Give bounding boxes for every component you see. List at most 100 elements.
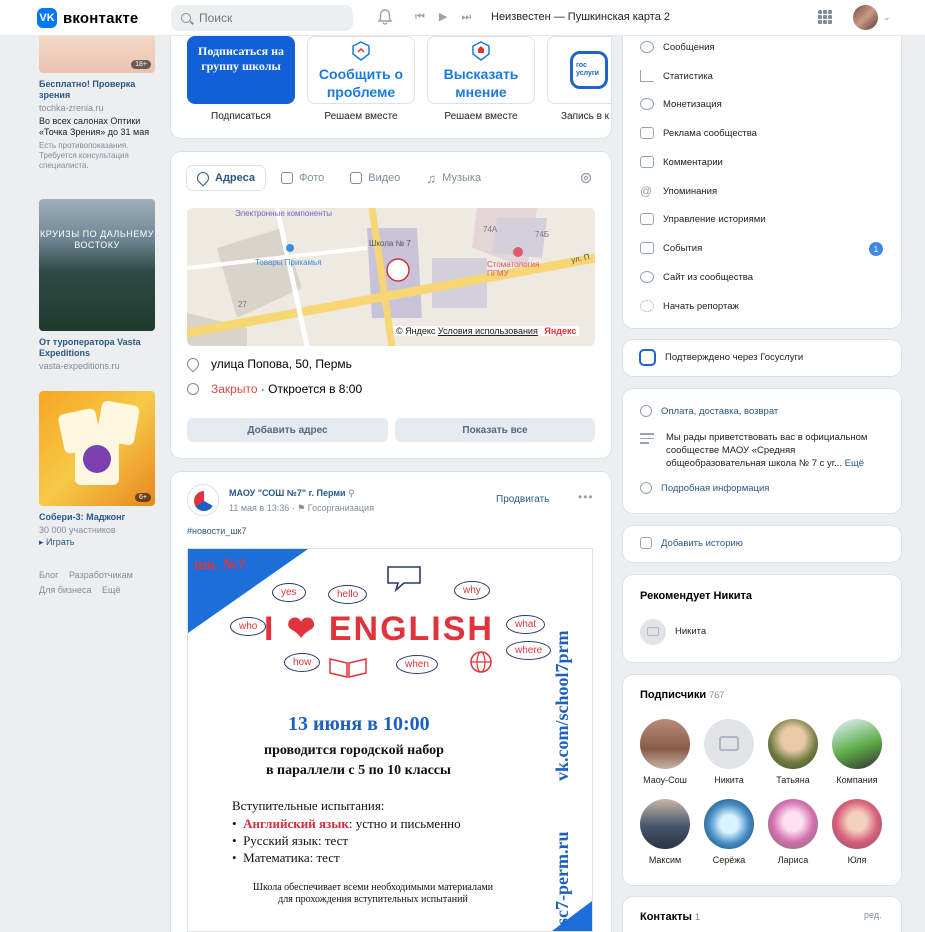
- top-bar: VK вконтакте ⏮ ▶ ⏭ Неизвестен — Пушкинск…: [0, 0, 925, 36]
- next-track-icon[interactable]: ⏭: [461, 10, 471, 24]
- tab-label: Видео: [368, 172, 401, 184]
- search-input[interactable]: [199, 11, 339, 25]
- tab-music[interactable]: ♫ Музыка: [416, 166, 491, 190]
- recommended-name[interactable]: Никита: [675, 626, 706, 637]
- menu-events[interactable]: События: [640, 242, 702, 254]
- subscriber-avatar[interactable]: [768, 719, 818, 769]
- post-date[interactable]: 11 мая в 13:36: [229, 503, 289, 513]
- chevron-down-icon[interactable]: ⌄: [883, 12, 891, 23]
- contacts-title[interactable]: Контакты 1: [640, 911, 700, 923]
- ad-title[interactable]: Собери-3: Маджонг: [39, 512, 156, 523]
- edit-contacts-link[interactable]: ред.: [864, 910, 882, 920]
- globe-icon: [470, 651, 492, 673]
- poster-headline: I ❤ ENGLISH: [264, 609, 494, 649]
- poster-side-links: vk.com/school7prm sc7-perm.ru: [538, 559, 578, 929]
- footer-link[interactable]: Для бизнеса: [39, 585, 92, 595]
- details-link[interactable]: Подробная информация: [640, 482, 769, 494]
- menu-statistics[interactable]: Статистика: [640, 70, 713, 82]
- headline-right: ENGLISH: [328, 610, 494, 648]
- search-box[interactable]: [171, 5, 353, 31]
- gosuslugi-logo-icon: гос услуги: [570, 51, 608, 89]
- subscriber-avatar[interactable]: [832, 719, 882, 769]
- menu-stories[interactable]: Управление историями: [640, 213, 766, 225]
- user-avatar[interactable]: [853, 5, 878, 30]
- gosuslugi-button[interactable]: гос услуги: [547, 36, 611, 104]
- menu-messages[interactable]: Сообщения: [640, 41, 715, 53]
- now-playing[interactable]: Неизвестен — Пушкинская карта 2: [491, 11, 670, 23]
- subscriber-name[interactable]: Маоу-Сош: [635, 775, 695, 785]
- report-problem-button[interactable]: Сообщить о проблеме: [307, 36, 415, 104]
- footer-link[interactable]: Ещё: [102, 585, 120, 595]
- post-author-name[interactable]: МАОУ "СОШ №7" г. Перми ⚲: [229, 488, 355, 499]
- subscriber-avatar[interactable]: [832, 799, 882, 849]
- recommends-title: Рекомендует Никита: [640, 590, 752, 602]
- give-feedback-button[interactable]: Высказать мнение: [427, 36, 535, 104]
- services-grid-icon[interactable]: [818, 10, 832, 24]
- add-story-button[interactable]: Добавить историю: [640, 537, 743, 549]
- ad-image-cruise[interactable]: КРУИЗЫ ПО ДАЛЬНЕМУ ВОСТОКУ: [39, 199, 155, 331]
- subscriber-name[interactable]: Серёжа: [699, 855, 759, 865]
- show-more-link[interactable]: Ещё: [845, 458, 864, 469]
- logo-text: вконтакте: [63, 9, 139, 27]
- footer-link[interactable]: Разработчикам: [69, 570, 133, 580]
- ad-text: Во всех салонах Оптики «Точка Зрения» до…: [39, 116, 150, 137]
- school-emblem: [194, 491, 214, 511]
- poster-line: проводится городской набор: [264, 743, 444, 758]
- menu-ads[interactable]: Реклама сообщества: [640, 127, 757, 139]
- globe-icon: [640, 271, 654, 283]
- post-hashtag[interactable]: #новости_шк7: [187, 526, 246, 536]
- info-icon: [640, 482, 652, 494]
- tab-addresses[interactable]: Адреса: [187, 166, 265, 190]
- poster-word: why: [454, 581, 490, 600]
- play-icon[interactable]: ▶: [439, 10, 447, 24]
- vk-logo[interactable]: VK вконтакте: [37, 8, 138, 28]
- recommends-card: [623, 575, 901, 662]
- play-link[interactable]: ▸ Играть: [39, 537, 156, 548]
- ad-image-optics[interactable]: 18+: [39, 36, 155, 73]
- menu-site[interactable]: Сайт из сообщества: [640, 271, 753, 283]
- video-icon: [350, 172, 363, 184]
- tab-photos[interactable]: Фото: [271, 166, 334, 190]
- subscribers-title[interactable]: Подписчики 767: [640, 689, 724, 701]
- subscriber-name[interactable]: Лариса: [763, 855, 823, 865]
- payment-link-label: Оплата, доставка, возврат: [661, 405, 779, 417]
- menu-live[interactable]: Начать репортаж: [640, 300, 739, 312]
- footer-link[interactable]: Блог: [39, 570, 58, 580]
- subscriber-avatar[interactable]: [704, 719, 754, 769]
- subscriber-name[interactable]: Максим: [635, 855, 695, 865]
- more-options-icon[interactable]: •••: [578, 490, 594, 504]
- settings-gear-icon[interactable]: [579, 171, 593, 185]
- tab-videos[interactable]: Видео: [340, 166, 410, 190]
- subscriber-name[interactable]: Никита: [699, 775, 759, 785]
- previous-track-icon[interactable]: ⏮: [415, 10, 425, 24]
- menu-monetization[interactable]: Монетизация: [640, 98, 722, 110]
- map[interactable]: Электронные компоненты Товары Прикамья Ш…: [187, 208, 595, 346]
- subscriber-avatar[interactable]: [640, 799, 690, 849]
- ad-title[interactable]: От туроператора Vasta Expeditions: [39, 337, 156, 359]
- subscriber-name[interactable]: Компания: [827, 775, 887, 785]
- post-author-avatar[interactable]: [187, 484, 219, 516]
- address-text[interactable]: улица Попова, 50, Пермь: [211, 357, 352, 371]
- menu-comments[interactable]: Комментарии: [640, 156, 723, 168]
- show-all-button[interactable]: Показать все: [395, 418, 595, 442]
- payment-info-link[interactable]: Оплата, доставка, возврат: [640, 405, 778, 417]
- recommended-avatar[interactable]: [640, 619, 666, 645]
- ad-image-game[interactable]: 6+: [39, 391, 155, 506]
- subscriber-avatar[interactable]: [704, 799, 754, 849]
- camera-icon: [719, 736, 739, 751]
- add-address-button[interactable]: Добавить адрес: [187, 418, 388, 442]
- subscriber-name[interactable]: Татьяна: [763, 775, 823, 785]
- poster-word: how: [284, 653, 321, 672]
- bell-icon[interactable]: [376, 8, 394, 26]
- menu-label: Начать репортаж: [663, 300, 739, 312]
- subscriber-avatar[interactable]: [768, 799, 818, 849]
- ad-title[interactable]: Бесплатно! Проверка зрения: [39, 79, 156, 101]
- promote-button[interactable]: Продвигать: [496, 494, 549, 505]
- subscriber-avatar[interactable]: [640, 719, 690, 769]
- menu-mentions[interactable]: @ Упоминания: [640, 185, 717, 197]
- post-image[interactable]: шк. №7 yes hello why who what where how …: [187, 548, 593, 932]
- subscribe-school-button[interactable]: Подписаться на группу школы: [187, 36, 295, 104]
- chat-bubble-icon: [387, 566, 421, 593]
- subscriber-name[interactable]: Юля: [827, 855, 887, 865]
- map-terms-link[interactable]: Условия использования: [438, 326, 538, 336]
